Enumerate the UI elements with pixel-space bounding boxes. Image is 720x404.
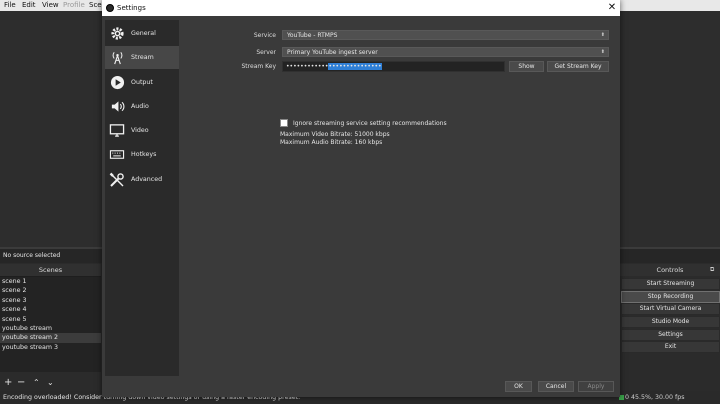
sidebar-item-label: Video: [131, 127, 149, 134]
scene-item-selected[interactable]: youtube stream 2: [0, 333, 101, 343]
monitor-icon: [109, 123, 125, 139]
stream-key-label: Stream Key: [241, 63, 277, 70]
stop-recording-button[interactable]: Stop Recording: [621, 291, 720, 303]
sidebar-item-audio[interactable]: Audio: [105, 95, 179, 118]
scene-item[interactable]: scene 1: [0, 277, 101, 286]
add-scene-icon[interactable]: +: [4, 377, 12, 389]
move-down-icon[interactable]: ⌄: [47, 377, 54, 389]
combo-arrows-icon: ⬍: [600, 32, 605, 38]
sidebar-item-general[interactable]: General: [105, 22, 179, 45]
apply-button[interactable]: Apply: [578, 381, 614, 392]
close-button[interactable]: ✕: [606, 0, 618, 16]
combo-arrows-icon: ⬍: [600, 49, 605, 55]
sidebar-item-video[interactable]: Video: [105, 119, 179, 142]
sidebar-item-advanced[interactable]: Advanced: [105, 168, 179, 191]
menu-edit[interactable]: Edit: [22, 0, 36, 11]
stream-key-masked: ••••••••••••: [286, 63, 329, 70]
scene-item[interactable]: scene 5: [0, 315, 101, 324]
scenes-dock-header: Scenes: [0, 264, 101, 277]
play-icon: [109, 75, 125, 91]
scene-item[interactable]: scene 3: [0, 296, 101, 305]
service-value: YouTube - RTMPS: [287, 32, 338, 39]
ignore-recommendations-checkbox[interactable]: [280, 119, 288, 127]
service-label: Service: [253, 32, 276, 39]
menu-scene-collection[interactable]: Sce: [89, 0, 102, 11]
obs-logo-icon: [106, 4, 114, 12]
status-stats: 0 45.5%, 30.00 fps: [625, 394, 685, 401]
cancel-button[interactable]: Cancel: [538, 381, 574, 392]
max-audio-bitrate: Maximum Audio Bitrate: 160 kbps: [280, 139, 383, 146]
start-virtual-camera-button[interactable]: Start Virtual Camera: [621, 303, 720, 315]
controls-dock-header: Controls: [620, 264, 720, 276]
stream-key-selection: •••••••••••••••: [328, 63, 382, 70]
scenes-list[interactable]: scene 1 scene 2 scene 3 scene 4 scene 5 …: [0, 277, 101, 372]
scene-item[interactable]: youtube stream 3: [0, 343, 101, 352]
menu-view[interactable]: View: [42, 0, 59, 11]
start-streaming-button[interactable]: Start Streaming: [621, 278, 720, 290]
speaker-icon: [109, 99, 125, 115]
settings-dialog: Settings ✕ General Stream Output Audio V…: [102, 0, 620, 397]
move-up-icon[interactable]: ⌃: [33, 377, 40, 389]
studio-mode-button[interactable]: Studio Mode: [621, 316, 720, 328]
max-video-bitrate: Maximum Video Bitrate: 51000 kbps: [280, 131, 390, 138]
sidebar-item-hotkeys[interactable]: Hotkeys: [105, 143, 179, 166]
scene-item[interactable]: youtube stream: [0, 324, 101, 333]
menu-file[interactable]: File: [4, 0, 16, 11]
settings-sidebar: General Stream Output Audio Video Hotkey…: [105, 20, 179, 376]
keyboard-icon: [109, 147, 125, 163]
sidebar-item-label: Stream: [131, 54, 154, 61]
sidebar-item-label: Audio: [131, 103, 149, 110]
server-select[interactable]: Primary YouTube ingest server ⬍: [282, 47, 609, 57]
stream-key-input[interactable]: •••••••••••••••••••••••••••: [282, 61, 505, 72]
service-select[interactable]: YouTube - RTMPS ⬍: [282, 30, 609, 40]
dialog-titlebar[interactable]: Settings ✕: [102, 0, 620, 16]
exit-button[interactable]: Exit: [621, 341, 720, 353]
dialog-title: Settings: [117, 4, 146, 12]
ignore-recommendations-label: Ignore streaming service setting recomme…: [293, 119, 447, 127]
scenes-toolbar: + − ⌃ ⌄: [0, 377, 101, 389]
antenna-icon: [109, 50, 125, 66]
show-key-button[interactable]: Show: [509, 61, 544, 72]
sidebar-item-label: Advanced: [131, 176, 163, 183]
scene-item[interactable]: scene 4: [0, 305, 101, 314]
sidebar-item-stream[interactable]: Stream: [105, 46, 179, 69]
ignore-recommendations-row[interactable]: Ignore streaming service setting recomme…: [280, 119, 447, 127]
dock-float-icon[interactable]: ⧉: [710, 266, 714, 274]
settings-button[interactable]: Settings: [621, 329, 720, 341]
gear-icon: [109, 26, 125, 42]
remove-scene-icon[interactable]: −: [17, 377, 25, 389]
sidebar-item-label: General: [131, 30, 156, 37]
get-stream-key-button[interactable]: Get Stream Key: [547, 61, 609, 72]
sidebar-item-label: Hotkeys: [131, 151, 157, 158]
stream-settings-panel: Service YouTube - RTMPS ⬍ Server Primary…: [181, 20, 617, 376]
tools-icon: [109, 172, 125, 188]
sidebar-item-label: Output: [131, 79, 153, 86]
scene-item[interactable]: scene 2: [0, 286, 101, 295]
menu-profile[interactable]: Profile: [63, 0, 85, 11]
server-label: Server: [256, 49, 276, 56]
sidebar-item-output[interactable]: Output: [105, 71, 179, 94]
ok-button[interactable]: OK: [505, 381, 532, 392]
server-value: Primary YouTube ingest server: [287, 49, 378, 56]
